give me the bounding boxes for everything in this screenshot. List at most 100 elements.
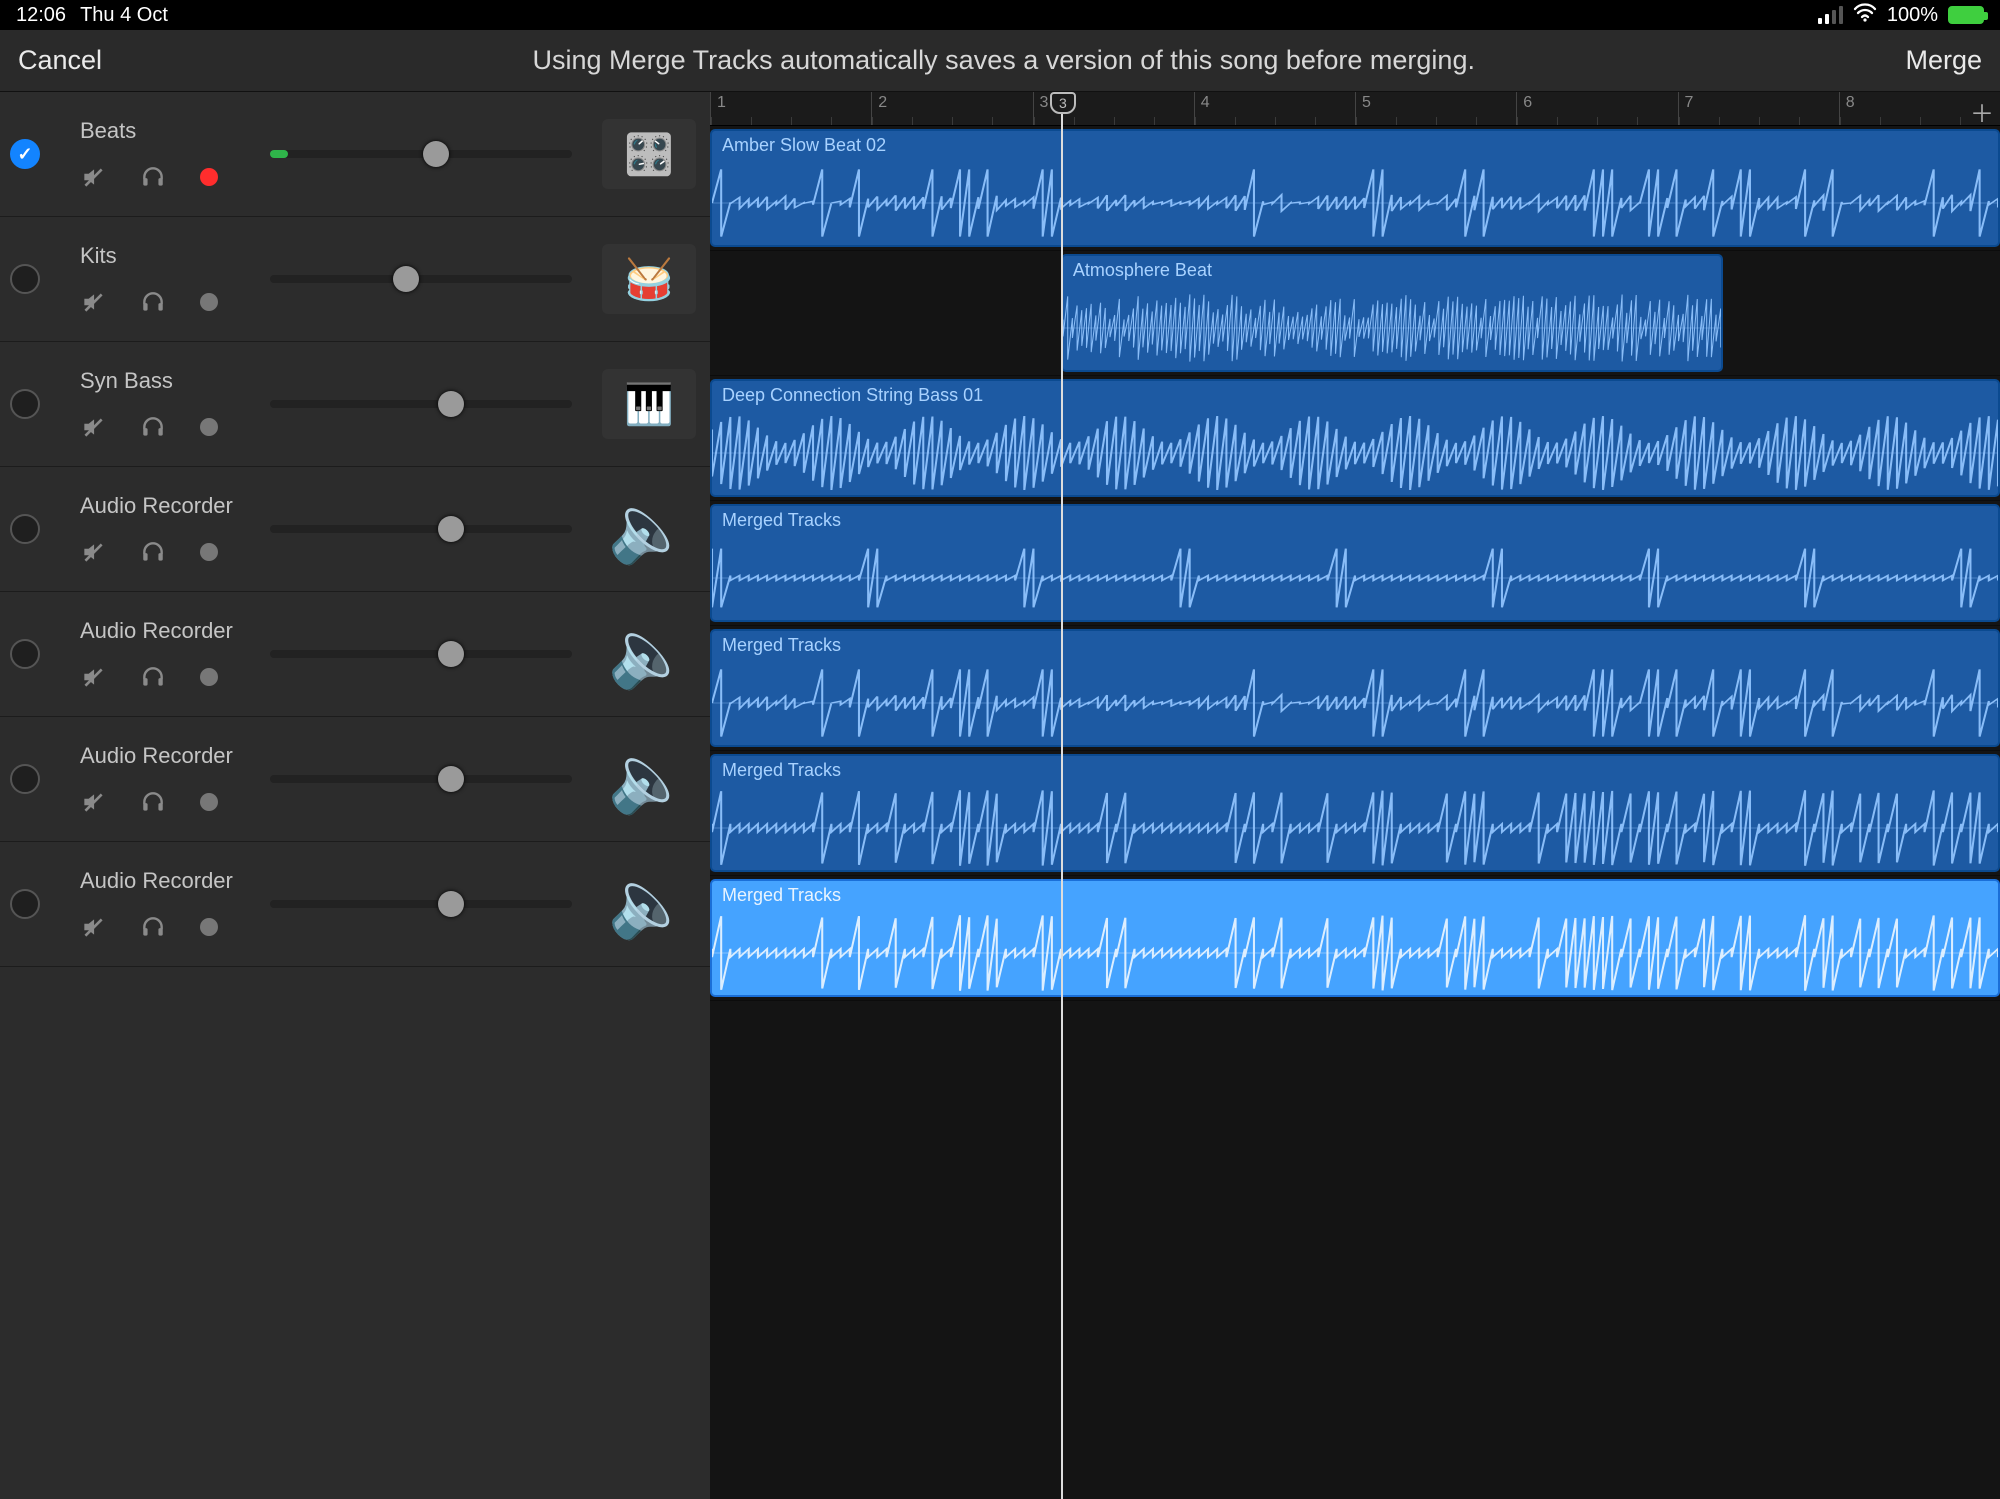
waveform: [712, 161, 1998, 245]
track-lane[interactable]: Amber Slow Beat 02: [710, 126, 2000, 251]
record-arm-toggle[interactable]: [200, 293, 218, 311]
ruler-bar[interactable]: 7: [1678, 92, 1839, 125]
waveform: [712, 536, 1998, 620]
track-lane[interactable]: Merged Tracks: [710, 876, 2000, 1001]
headphones-icon[interactable]: [140, 164, 166, 190]
track-name-label: Kits: [80, 243, 270, 269]
synth-icon[interactable]: 🎹: [602, 369, 696, 439]
record-arm-toggle[interactable]: [200, 543, 218, 561]
merge-header: Cancel Using Merge Tracks automatically …: [0, 30, 2000, 92]
track-lane[interactable]: Merged Tracks: [710, 501, 2000, 626]
cancel-button[interactable]: Cancel: [18, 45, 102, 76]
track-header[interactable]: Beats🎛️: [0, 92, 710, 217]
mute-icon[interactable]: [80, 914, 106, 940]
ruler-bar[interactable]: 1: [710, 92, 871, 125]
audio-region[interactable]: Merged Tracks: [710, 504, 2000, 622]
track-name-label: Audio Recorder: [80, 743, 270, 769]
track-header[interactable]: Audio Recorder 🔈: [0, 592, 710, 717]
sampler-icon[interactable]: 🎛️: [602, 119, 696, 189]
volume-slider[interactable]: [270, 650, 572, 658]
timeline-panel[interactable]: 12345678＋ Amber Slow Beat 02 Atmosphere B…: [710, 92, 2000, 1499]
track-name-label: Audio Recorder: [80, 618, 270, 644]
mute-icon[interactable]: [80, 789, 106, 815]
headphones-icon[interactable]: [140, 914, 166, 940]
track-select-toggle[interactable]: [10, 389, 40, 419]
track-headers-panel: Beats🎛️Kits🥁Syn Bass🎹Audio Recorder🔈Audi…: [0, 92, 710, 1499]
battery-icon: [1948, 6, 1984, 24]
speaker-icon[interactable]: 🔈: [602, 494, 696, 564]
headphones-icon[interactable]: [140, 539, 166, 565]
track-name-label: Audio Recorder: [80, 868, 270, 894]
speaker-icon[interactable]: 🔈: [602, 869, 696, 939]
track-select-toggle[interactable]: [10, 889, 40, 919]
track-header[interactable]: Syn Bass 🎹: [0, 342, 710, 467]
region-label: Merged Tracks: [712, 881, 1998, 908]
ruler-bar[interactable]: 3: [1033, 92, 1194, 125]
volume-slider[interactable]: [270, 525, 572, 533]
track-lane[interactable]: Atmosphere Beat: [710, 251, 2000, 376]
track-lane[interactable]: Merged Tracks: [710, 751, 2000, 876]
record-arm-toggle[interactable]: [200, 668, 218, 686]
speaker-icon[interactable]: 🔈: [602, 619, 696, 689]
audio-region[interactable]: Merged Tracks: [710, 879, 2000, 997]
mute-icon[interactable]: [80, 539, 106, 565]
waveform: [712, 661, 1998, 745]
track-lane[interactable]: Merged Tracks: [710, 626, 2000, 751]
headphones-icon[interactable]: [140, 414, 166, 440]
waveform: [712, 786, 1998, 870]
record-arm-toggle[interactable]: [200, 793, 218, 811]
wifi-icon: [1853, 2, 1877, 28]
region-label: Deep Connection String Bass 01: [712, 381, 1998, 408]
volume-slider[interactable]: [270, 150, 572, 158]
track-header[interactable]: Audio Recorder 🔈: [0, 717, 710, 842]
record-arm-toggle[interactable]: [200, 168, 218, 186]
headphones-icon[interactable]: [140, 789, 166, 815]
track-header[interactable]: Audio Recorder 🔈: [0, 842, 710, 967]
waveform: [712, 411, 1998, 495]
ruler-bar[interactable]: 4: [1194, 92, 1355, 125]
record-arm-toggle[interactable]: [200, 418, 218, 436]
timeline-ruler[interactable]: 12345678＋: [710, 92, 2000, 126]
merge-button[interactable]: Merge: [1905, 45, 1982, 76]
volume-slider[interactable]: [270, 400, 572, 408]
mute-icon[interactable]: [80, 664, 106, 690]
region-label: Merged Tracks: [712, 756, 1998, 783]
audio-region[interactable]: Atmosphere Beat: [1061, 254, 1723, 372]
audio-region[interactable]: Amber Slow Beat 02: [710, 129, 2000, 247]
mute-icon[interactable]: [80, 414, 106, 440]
region-label: Amber Slow Beat 02: [712, 131, 1998, 158]
track-select-toggle[interactable]: [10, 139, 40, 169]
track-name-label: Audio Recorder: [80, 493, 270, 519]
battery-pct: 100%: [1887, 4, 1938, 27]
track-select-toggle[interactable]: [10, 514, 40, 544]
drumkit-icon[interactable]: 🥁: [602, 244, 696, 314]
track-header[interactable]: Audio Recorder 🔈: [0, 467, 710, 592]
track-select-toggle[interactable]: [10, 639, 40, 669]
speaker-icon[interactable]: 🔈: [602, 744, 696, 814]
ruler-bar[interactable]: 6: [1516, 92, 1677, 125]
audio-region[interactable]: Merged Tracks: [710, 754, 2000, 872]
region-label: Atmosphere Beat: [1063, 256, 1721, 283]
track-name-label: Syn Bass: [80, 368, 270, 394]
mute-icon[interactable]: [80, 164, 106, 190]
volume-slider[interactable]: [270, 275, 572, 283]
volume-slider[interactable]: [270, 775, 572, 783]
volume-slider[interactable]: [270, 900, 572, 908]
headphones-icon[interactable]: [140, 289, 166, 315]
audio-region[interactable]: Deep Connection String Bass 01: [710, 379, 2000, 497]
header-title: Using Merge Tracks automatically saves a…: [102, 45, 1905, 76]
headphones-icon[interactable]: [140, 664, 166, 690]
track-lane[interactable]: Deep Connection String Bass 01: [710, 376, 2000, 501]
waveform: [1063, 286, 1721, 370]
track-select-toggle[interactable]: [10, 764, 40, 794]
track-select-toggle[interactable]: [10, 264, 40, 294]
signal-icon: [1818, 6, 1843, 24]
track-header[interactable]: Kits 🥁: [0, 217, 710, 342]
ruler-bar[interactable]: 2: [871, 92, 1032, 125]
region-lanes[interactable]: Amber Slow Beat 02 Atmosphere Beat Deep Co…: [710, 126, 2000, 1001]
add-section-button[interactable]: ＋: [1970, 94, 1994, 129]
audio-region[interactable]: Merged Tracks: [710, 629, 2000, 747]
ruler-bar[interactable]: 5: [1355, 92, 1516, 125]
record-arm-toggle[interactable]: [200, 918, 218, 936]
mute-icon[interactable]: [80, 289, 106, 315]
